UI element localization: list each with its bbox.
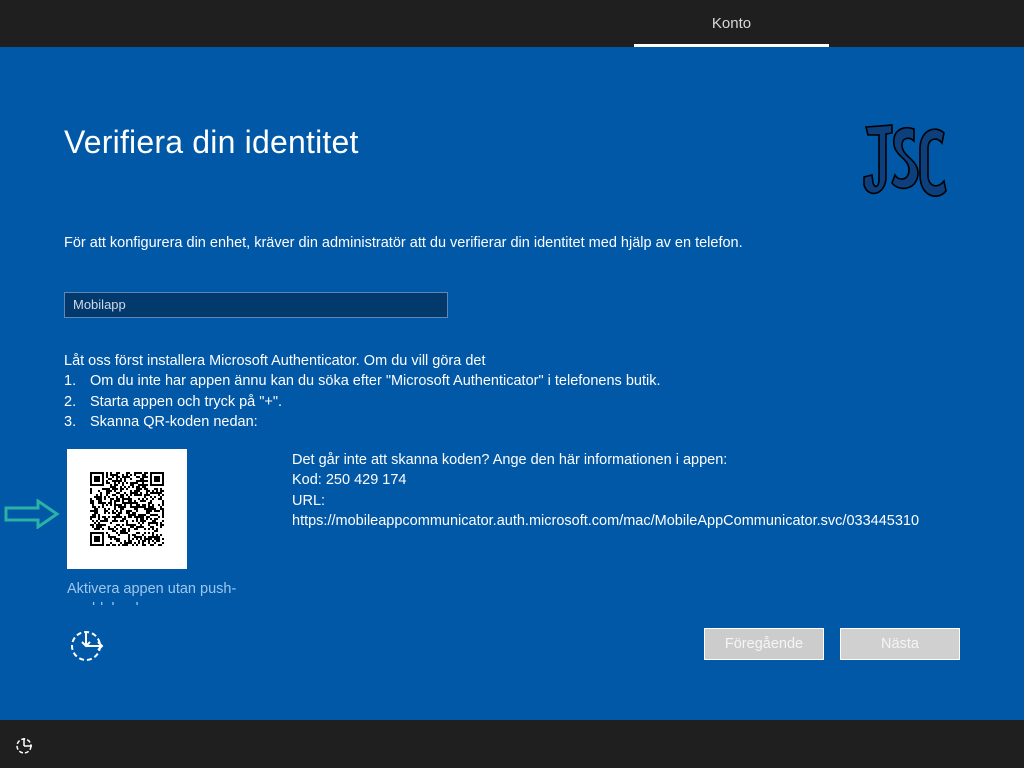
step-number: 3. xyxy=(64,413,77,430)
main-panel: Verifiera din identitet För att konfigur… xyxy=(0,47,1024,720)
step-text: Starta appen och tryck på "+". xyxy=(90,393,283,410)
arrow-right-icon xyxy=(4,499,60,529)
accessibility-icon[interactable] xyxy=(68,627,106,663)
step-text: Om du inte har appen ännu kan du söka ef… xyxy=(90,373,661,390)
instructions-list: Låt oss först installera Microsoft Authe… xyxy=(64,351,764,432)
jsc-logo-icon xyxy=(863,124,947,197)
next-button[interactable]: Nästa xyxy=(840,628,960,660)
top-bar: Konto xyxy=(0,0,1024,47)
ease-of-access-icon[interactable] xyxy=(14,736,34,756)
bottom-bar xyxy=(0,720,1024,768)
qr-code-icon xyxy=(90,472,164,546)
page-title: Verifiera din identitet xyxy=(64,124,359,160)
verification-method-select[interactable]: Mobilapp xyxy=(64,292,448,318)
instructions-intro: Låt oss först installera Microsoft Authe… xyxy=(64,353,486,369)
step-number: 1. xyxy=(64,373,77,390)
description-text: För att konfigurera din enhet, kräver di… xyxy=(64,235,743,251)
url-label: URL: xyxy=(292,492,326,509)
manual-entry-heading: Det går inte att skanna koden? Ange den … xyxy=(292,452,728,468)
qr-code xyxy=(67,449,187,569)
list-item: 1. Om du inte har appen ännu kan du söka… xyxy=(64,371,764,391)
tab-konto[interactable]: Konto xyxy=(634,0,829,47)
list-item: 3. Skanna QR-koden nedan: xyxy=(64,412,764,432)
step-text: Skanna QR-koden nedan: xyxy=(90,413,258,430)
url-value: https://mobileappcommunicator.auth.micro… xyxy=(292,512,920,529)
previous-button[interactable]: Föregående xyxy=(704,628,824,660)
activate-without-push-link[interactable]: Aktivera appen utan push-meddelanden xyxy=(67,579,257,605)
step-number: 2. xyxy=(64,393,77,410)
manual-entry-info: Det går inte att skanna koden? Ange den … xyxy=(292,450,992,531)
list-item: 2. Starta appen och tryck på "+". xyxy=(64,392,764,412)
activation-code: Kod: 250 429 174 xyxy=(292,472,407,489)
